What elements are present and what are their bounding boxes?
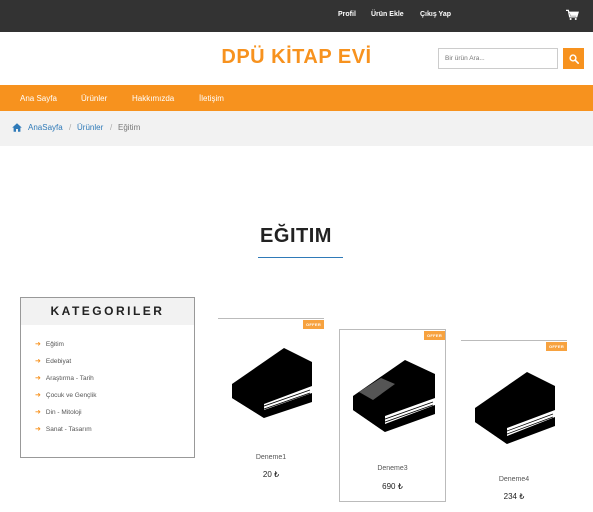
search-button[interactable] <box>563 48 584 69</box>
search-icon <box>568 53 579 64</box>
category-item[interactable]: ➜ Sanat - Tasarım <box>35 425 92 433</box>
page-title: EĞITIM <box>260 225 332 247</box>
offer-badge: OFFER <box>546 342 567 351</box>
category-label: Eğitim <box>45 341 64 348</box>
nav-item-about[interactable]: Hakkımızda <box>132 94 174 103</box>
breadcrumb-separator: / <box>69 123 72 132</box>
breadcrumb-products[interactable]: Ürünler <box>77 123 103 132</box>
nav-item-products[interactable]: Ürünler <box>81 94 107 103</box>
product-card[interactable]: OFFER Deneme1 20 ₺ <box>218 318 324 488</box>
add-product-link[interactable]: Ürün Ekle <box>371 11 404 18</box>
arrow-right-icon: ➜ <box>35 341 41 348</box>
book-icon <box>353 360 435 432</box>
category-label: Araştırma - Tarih <box>45 375 94 382</box>
product-price: 234 ₺ <box>503 492 525 501</box>
arrow-right-icon: ➜ <box>35 358 41 365</box>
product-price: 20 ₺ <box>262 470 280 479</box>
product-name: Deneme1 <box>255 454 287 461</box>
product-card[interactable]: OFFER Deneme3 690 ₺ <box>339 329 446 502</box>
title-underline <box>258 257 343 258</box>
offer-badge: OFFER <box>424 331 445 340</box>
category-item[interactable]: ➜ Araştırma - Tarih <box>35 374 94 382</box>
profile-link[interactable]: Profil <box>338 11 356 18</box>
arrow-right-icon: ➜ <box>35 392 41 399</box>
product-name: Deneme3 <box>377 465 408 472</box>
cart-icon[interactable] <box>566 9 579 21</box>
category-label: Edebiyat <box>45 358 72 365</box>
arrow-right-icon: ➜ <box>35 426 41 433</box>
category-label: Çocuk ve Gençlik <box>45 392 97 399</box>
offer-badge: OFFER <box>303 320 324 329</box>
breadcrumb-separator: / <box>110 123 113 132</box>
arrow-right-icon: ➜ <box>35 375 41 382</box>
book-icon <box>475 372 555 444</box>
search-input[interactable] <box>438 48 558 69</box>
card-top-border <box>218 318 324 319</box>
category-item[interactable]: ➜ Eğitim <box>35 340 64 348</box>
category-item[interactable]: ➜ Çocuk ve Gençlik <box>35 391 96 399</box>
top-bar: Profil Ürün Ekle Çıkış Yap <box>0 0 593 32</box>
brand-logo[interactable]: DPÜ KİTAP EVİ <box>200 46 393 69</box>
breadcrumb-current: Eğitim <box>118 123 141 132</box>
arrow-right-icon: ➜ <box>35 409 41 416</box>
nav-item-home[interactable]: Ana Sayfa <box>20 94 57 103</box>
product-card[interactable]: OFFER Deneme4 234 ₺ <box>461 340 567 510</box>
book-icon <box>232 348 312 418</box>
categories-panel: KATEGORILER ➜ Eğitim ➜ Edebiyat ➜ Araştırma… <box>20 297 195 458</box>
categories-heading: KATEGORILER <box>21 298 194 325</box>
category-item[interactable]: ➜ Edebiyat <box>35 357 71 365</box>
site-header: DPÜ KİTAP EVİ <box>0 32 593 85</box>
home-icon[interactable] <box>12 123 22 132</box>
card-top-border <box>461 340 567 341</box>
category-label: Sanat - Tasarım <box>45 426 92 433</box>
nav-item-contact[interactable]: İletişim <box>199 94 224 103</box>
category-label: Din - Mitoloji <box>45 409 82 416</box>
main-nav: Ana Sayfa Ürünler Hakkımızda İletişim <box>0 85 593 111</box>
product-name: Deneme4 <box>498 476 530 483</box>
category-item[interactable]: ➜ Din - Mitoloji <box>35 408 82 416</box>
breadcrumb-home[interactable]: AnaSayfa <box>28 123 63 132</box>
logout-link[interactable]: Çıkış Yap <box>420 11 451 18</box>
product-price: 690 ₺ <box>382 482 403 491</box>
